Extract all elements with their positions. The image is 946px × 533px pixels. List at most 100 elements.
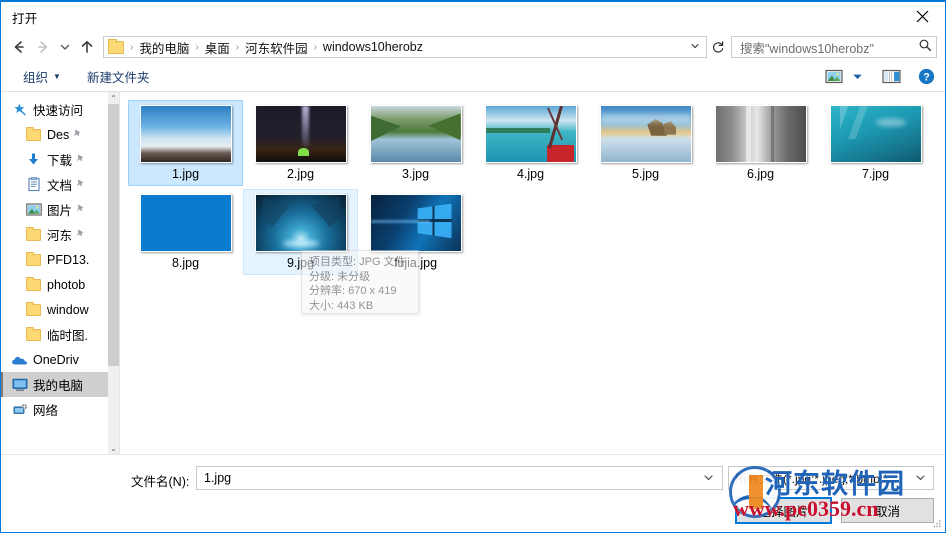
computer-icon [11, 378, 28, 392]
arrow-right-icon [38, 41, 48, 53]
file-type-dropdown-button[interactable] [911, 472, 930, 485]
sidebar-item-label: PFD13. [47, 252, 90, 267]
preview-pane-button[interactable] [882, 69, 901, 84]
scroll-up-button[interactable]: ⌃ [108, 92, 119, 104]
svg-text:?: ? [923, 72, 930, 84]
file-list-pane[interactable]: 1.jpg 2.jpg 3.jpg 4.jpg 5.jpg 6.jpg 7.jp… [120, 92, 945, 454]
thumbnail-windows10-logo [369, 193, 462, 252]
help-button[interactable]: ? [918, 68, 935, 85]
file-tile[interactable]: 7.jpg [818, 100, 933, 186]
view-mode-button[interactable] [825, 69, 843, 84]
sidebar-item-quick-access[interactable]: 快速访问 [1, 97, 108, 122]
search-box[interactable]: 搜索"windows10herobz" [731, 36, 937, 58]
file-tile[interactable]: 6.jpg [703, 100, 818, 186]
sidebar-item-hedong[interactable]: 河东 [1, 222, 108, 247]
sidebar-item-photob[interactable]: photob [1, 272, 108, 297]
sidebar-item-pictures[interactable]: 图片 [1, 197, 108, 222]
download-icon [25, 152, 42, 167]
breadcrumb-separator: › [195, 41, 199, 53]
sidebar-item-label: 网络 [33, 404, 59, 418]
thumbnail-night-milkyway-tent [254, 104, 347, 163]
file-tile[interactable]: 2.jpg [243, 100, 358, 186]
thumbnail-wrap [252, 103, 349, 164]
close-button[interactable] [899, 1, 945, 32]
sidebar-item-label: 文档 [47, 179, 73, 193]
cancel-button[interactable]: 取消 [841, 498, 934, 523]
breadcrumb-item-0[interactable]: 我的电脑 [136, 38, 192, 57]
thumbnail-wrap [137, 192, 234, 253]
sidebar-item-label: 下载 [47, 154, 73, 168]
sidebar-list: 快速访问 Des 下载 文档 图片 河东 PFD13. photob windo… [1, 92, 108, 454]
refresh-button[interactable] [707, 36, 729, 58]
select-image-button[interactable]: 选择图片 [735, 497, 832, 524]
sidebar-item-temp-images[interactable]: 临时图. [1, 322, 108, 347]
new-folder-button[interactable]: 新建文件夹 [81, 64, 156, 89]
file-type-dropdown[interactable]: 所有文件(*.jpg;*.jpeg;*.bmp;*. [728, 466, 934, 490]
sidebar-item-my-computer[interactable]: 我的电脑 [1, 372, 108, 397]
file-name-label: 6.jpg [746, 167, 775, 181]
file-tile[interactable]: 5.jpg [588, 100, 703, 186]
file-tile[interactable]: fujia.jpg [358, 189, 473, 275]
thumbnail-solid-blue [139, 193, 232, 252]
thumbnail-green-lake-valley [369, 104, 462, 163]
address-bar[interactable]: › 我的电脑 › 桌面 › 河东软件园 › windows10herobz [103, 36, 707, 58]
thumbnail-mountain-cloudsea [139, 104, 232, 163]
arrow-left-icon [14, 41, 24, 53]
up-button[interactable] [75, 35, 99, 59]
sidebar-item-window[interactable]: window [1, 297, 108, 322]
sidebar-item-label: 我的电脑 [33, 379, 84, 393]
file-name-label: 8.jpg [171, 256, 200, 270]
file-tile[interactable]: 8.jpg [128, 189, 243, 275]
breadcrumb-item-1[interactable]: 桌面 [202, 38, 233, 57]
breadcrumb-separator: › [313, 41, 317, 53]
picture-view-icon [825, 69, 843, 84]
sidebar-item-label: OneDriv [33, 352, 79, 367]
thumbnail-wrap [827, 103, 924, 164]
thumbnail-lagoon-red-boat [484, 104, 577, 163]
tooltip-line-size: 大小: 443 KB [309, 299, 374, 312]
forward-button[interactable] [31, 35, 55, 59]
thumbnail-wrap [137, 103, 234, 164]
filename-input[interactable]: 1.jpg [196, 466, 723, 490]
back-button[interactable] [7, 35, 31, 59]
breadcrumb-item-2[interactable]: 河东软件园 [242, 38, 311, 57]
breadcrumb-item-3[interactable]: windows10herobz [320, 40, 426, 54]
pin-icon [75, 153, 86, 167]
thumbnail-wrap [712, 103, 809, 164]
file-tile[interactable]: 1.jpg [128, 100, 243, 186]
thumbnail-wrap [252, 192, 349, 253]
filename-value[interactable]: 1.jpg [204, 471, 699, 485]
recent-locations-button[interactable] [55, 35, 75, 59]
file-tile[interactable]: 9.jpg [243, 189, 358, 275]
scroll-down-button[interactable]: ⌄ [108, 442, 119, 454]
sidebar-item-pfd13[interactable]: PFD13. [1, 247, 108, 272]
sidebar-scrollbar[interactable]: ⌃ ⌄ [108, 92, 119, 454]
file-name-label: fujia.jpg [393, 256, 438, 270]
folder-icon [25, 326, 42, 341]
search-input[interactable]: 搜索"windows10herobz" [740, 38, 918, 57]
file-tile[interactable]: 4.jpg [473, 100, 588, 186]
resize-grip[interactable] [931, 518, 942, 529]
file-name-label: 1.jpg [171, 167, 200, 181]
thumbnail-underwater-teal [829, 104, 922, 163]
breadcrumb-separator: › [130, 41, 134, 53]
tooltip-line-resolution: 分辨率: 670 x 419 [309, 285, 397, 297]
scrollbar-thumb[interactable] [108, 104, 119, 366]
sidebar-item-downloads[interactable]: 下载 [1, 147, 108, 172]
sidebar-item-documents[interactable]: 文档 [1, 172, 108, 197]
sidebar-item-desktop[interactable]: Des [1, 122, 108, 147]
search-icon [918, 38, 932, 57]
view-mode-dropdown[interactable] [852, 72, 863, 81]
file-tile[interactable]: 3.jpg [358, 100, 473, 186]
star-pin-icon [11, 102, 28, 117]
filename-label: 文件名(N): [131, 475, 190, 489]
address-dropdown-button[interactable] [684, 41, 706, 53]
sidebar-item-network[interactable]: 网络 [1, 397, 108, 422]
sidebar-item-onedrive[interactable]: OneDriv [1, 347, 108, 372]
folder-icon [25, 126, 42, 141]
organize-button[interactable]: 组织 ▼ [17, 64, 67, 89]
select-image-label: 选择图片 [758, 505, 809, 519]
filename-dropdown-button[interactable] [699, 472, 718, 485]
folder-icon [25, 276, 42, 291]
sidebar-item-label: Des [47, 127, 70, 142]
